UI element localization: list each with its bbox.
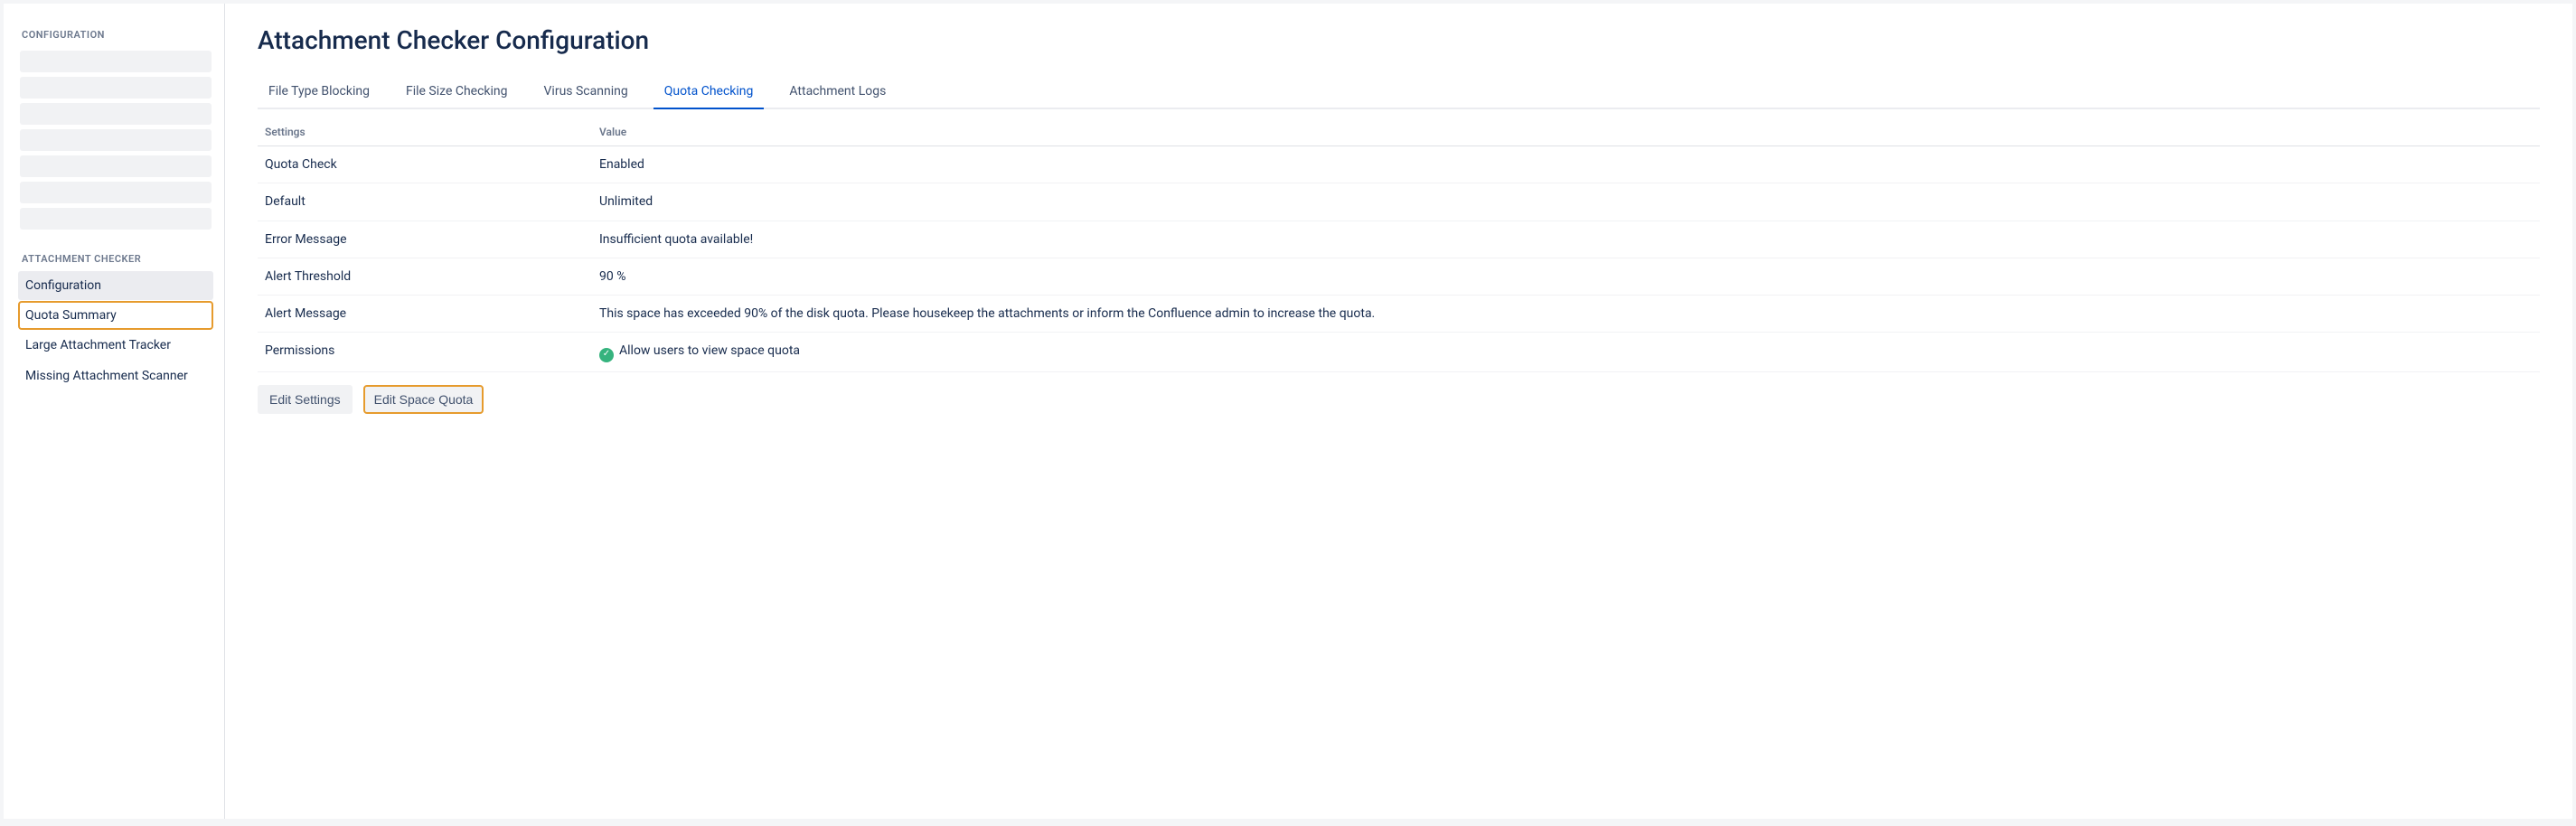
sidebar-item-configuration[interactable]: Configuration — [18, 271, 213, 300]
tab-quota-checking[interactable]: Quota Checking — [653, 77, 765, 108]
sidebar-section-attachment-checker: ATTACHMENT CHECKER — [16, 246, 215, 270]
button-row: Edit Settings Edit Space Quota — [258, 385, 2540, 414]
placeholder-row — [20, 77, 212, 99]
main-content: Attachment Checker Configuration File Ty… — [225, 4, 2572, 819]
edit-space-quota-button[interactable]: Edit Space Quota — [363, 385, 484, 414]
table-row: Error Message Insufficient quota availab… — [258, 221, 2540, 258]
sidebar-item-large-attachment-tracker[interactable]: Large Attachment Tracker — [18, 331, 213, 360]
tab-file-size-checking[interactable]: File Size Checking — [395, 77, 519, 108]
permission-text: Allow users to view space quota — [619, 343, 800, 358]
col-header-settings: Settings — [258, 115, 592, 146]
settings-table: Settings Value Quota Check Enabled Defau… — [258, 115, 2540, 372]
placeholder-row — [20, 155, 212, 177]
setting-key: Alert Message — [258, 296, 592, 333]
table-row: Alert Threshold 90 % — [258, 258, 2540, 295]
setting-key: Quota Check — [258, 146, 592, 183]
tab-virus-scanning[interactable]: Virus Scanning — [533, 77, 639, 108]
check-circle-icon: ✓ — [599, 348, 614, 362]
placeholder-row — [20, 208, 212, 230]
sidebar: CONFIGURATION ATTACHMENT CHECKER Configu… — [4, 4, 225, 819]
setting-value: Enabled — [592, 146, 2540, 183]
table-row: Alert Message This space has exceeded 90… — [258, 296, 2540, 333]
tab-file-type-blocking[interactable]: File Type Blocking — [258, 77, 381, 108]
placeholder-row — [20, 103, 212, 125]
setting-key: Default — [258, 183, 592, 221]
sidebar-section-configuration: CONFIGURATION — [16, 22, 215, 46]
setting-value: This space has exceeded 90% of the disk … — [592, 296, 2540, 333]
placeholder-row — [20, 182, 212, 203]
table-row: Permissions ✓ Allow users to view space q… — [258, 333, 2540, 371]
setting-key: Permissions — [258, 333, 592, 371]
setting-value: Unlimited — [592, 183, 2540, 221]
setting-value: Insufficient quota available! — [592, 221, 2540, 258]
setting-key: Error Message — [258, 221, 592, 258]
table-row: Default Unlimited — [258, 183, 2540, 221]
setting-value: 90 % — [592, 258, 2540, 295]
sidebar-item-missing-attachment-scanner[interactable]: Missing Attachment Scanner — [18, 361, 213, 390]
col-header-value: Value — [592, 115, 2540, 146]
placeholder-row — [20, 129, 212, 151]
edit-settings-button[interactable]: Edit Settings — [258, 385, 353, 414]
page-title: Attachment Checker Configuration — [258, 25, 2540, 55]
setting-value: ✓ Allow users to view space quota — [592, 333, 2540, 371]
placeholder-row — [20, 51, 212, 72]
tab-attachment-logs[interactable]: Attachment Logs — [778, 77, 897, 108]
tabs: File Type Blocking File Size Checking Vi… — [258, 77, 2540, 109]
sidebar-item-quota-summary[interactable]: Quota Summary — [18, 301, 213, 330]
setting-key: Alert Threshold — [258, 258, 592, 295]
table-row: Quota Check Enabled — [258, 146, 2540, 183]
